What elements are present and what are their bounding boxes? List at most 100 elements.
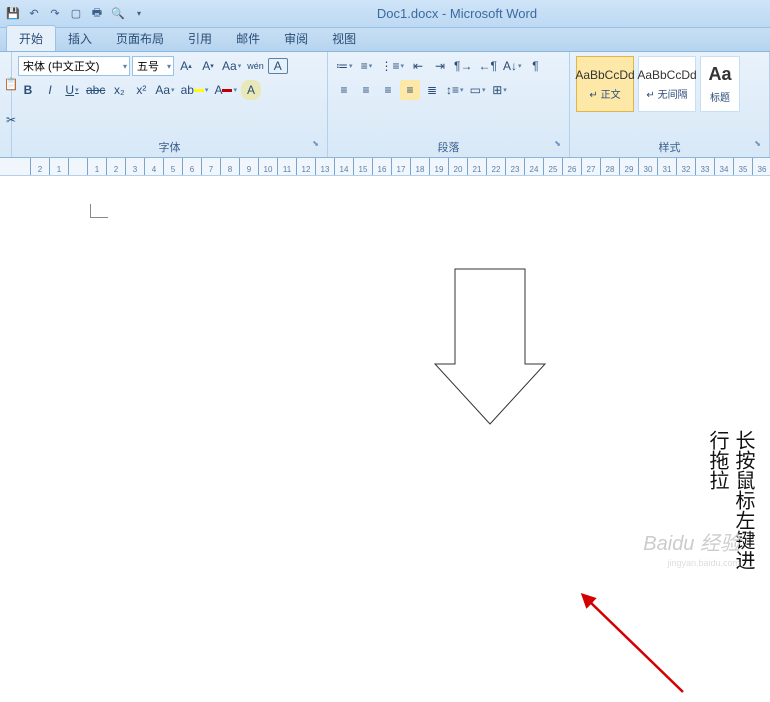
new-doc-icon[interactable]: ▢ — [67, 5, 85, 23]
ruler-tick: 3 — [125, 158, 144, 175]
numbering-button[interactable]: ≡ — [357, 56, 377, 76]
style-no-spacing[interactable]: AaBbCcDd ↵ 无间隔 — [638, 56, 696, 112]
tab-view[interactable]: 视图 — [320, 26, 368, 51]
sort-button[interactable]: A↓ — [501, 56, 524, 76]
align-center-button[interactable]: ≡ — [356, 80, 376, 100]
qat-more-icon[interactable]: ▾ — [130, 5, 148, 23]
shrink-font-button[interactable]: A▾ — [198, 56, 218, 76]
tab-review[interactable]: 审阅 — [272, 26, 320, 51]
line-spacing-button[interactable]: ↕≡ — [444, 80, 466, 100]
ruler-tick — [68, 158, 87, 175]
ruler-tick: 8 — [220, 158, 239, 175]
ruler-tick: 32 — [676, 158, 695, 175]
strike-button[interactable]: abc — [84, 80, 107, 100]
ruler-tick: 12 — [296, 158, 315, 175]
ltr-button[interactable]: ¶→ — [452, 56, 474, 76]
ruler-tick: 1 — [87, 158, 106, 175]
ruler-tick: 6 — [182, 158, 201, 175]
font-group-label: 字体 — [18, 137, 321, 157]
tab-layout[interactable]: 页面布局 — [104, 26, 176, 51]
font-group: 宋体 (中文正文) 五号 A▴ A▾ Aa wén A B I U abc x₂… — [12, 52, 328, 157]
down-arrow-shape[interactable] — [430, 264, 550, 434]
ruler-tick: 10 — [258, 158, 277, 175]
show-marks-button[interactable]: ¶ — [525, 56, 545, 76]
ruler-tick: 13 — [315, 158, 334, 175]
tab-insert[interactable]: 插入 — [56, 26, 104, 51]
window-title: Doc1.docx - Microsoft Word — [148, 6, 766, 21]
ruler-tick: 35 — [733, 158, 752, 175]
superscript-button[interactable]: x² — [131, 80, 151, 100]
decrease-indent-button[interactable]: ⇤ — [408, 56, 428, 76]
highlight-button[interactable]: ab — [179, 80, 211, 100]
font-size-combo[interactable]: 五号 — [132, 56, 174, 76]
ruler-tick: 19 — [429, 158, 448, 175]
char-border-button[interactable]: A — [268, 58, 288, 74]
tab-home[interactable]: 开始 — [6, 25, 56, 51]
ruler-tick: 22 — [486, 158, 505, 175]
paragraph-group-label: 段落 — [334, 137, 563, 157]
font-color-button[interactable]: A — [212, 80, 239, 100]
tab-references[interactable]: 引用 — [176, 26, 224, 51]
ruler-tick: 5 — [163, 158, 182, 175]
align-right-button[interactable]: ≡ — [378, 80, 398, 100]
tab-mailings[interactable]: 邮件 — [224, 26, 272, 51]
bullets-button[interactable]: ≔ — [334, 56, 355, 76]
char-shading-button[interactable]: A — [241, 80, 261, 100]
ruler-tick: 17 — [391, 158, 410, 175]
save-icon[interactable]: 💾 — [4, 5, 22, 23]
ribbon: 📋 ✂ 宋体 (中文正文) 五号 A▴ A▾ Aa wén A B I U ab… — [0, 52, 770, 158]
ruler-tick: 24 — [524, 158, 543, 175]
change-case-button[interactable]: Aa — [153, 80, 176, 100]
multilevel-button[interactable]: ⋮≡ — [379, 56, 407, 76]
red-pointer-arrow — [578, 592, 688, 702]
ruler-tick: 21 — [467, 158, 486, 175]
underline-button[interactable]: U — [62, 80, 82, 100]
distribute-button[interactable]: ≣ — [422, 80, 442, 100]
borders-button[interactable]: ⊞ — [490, 80, 510, 100]
justify-button[interactable]: ≡ — [400, 80, 420, 100]
clipboard-sliver: 📋 ✂ — [0, 52, 12, 157]
font-name-combo[interactable]: 宋体 (中文正文) — [18, 56, 130, 76]
increase-indent-button[interactable]: ⇥ — [430, 56, 450, 76]
style-nospacing-label: ↵ 无间隔 — [646, 86, 687, 101]
style-normal[interactable]: AaBbCcDd ↵ 正文 — [576, 56, 634, 112]
ruler-tick: 2 — [106, 158, 125, 175]
style-heading[interactable]: Aa 标题 — [700, 56, 740, 112]
ruler-tick: 27 — [581, 158, 600, 175]
ruler-tick: 14 — [334, 158, 353, 175]
horizontal-ruler[interactable]: 2112345678910111213141516171819202122232… — [0, 158, 770, 176]
ruler-tick: 18 — [410, 158, 429, 175]
document-area[interactable]: 长按鼠标左键进行拖拉 Baidu 经验 jingyan.baidu.com — [0, 176, 770, 570]
subscript-button[interactable]: x₂ — [109, 80, 129, 100]
ruler-tick: 31 — [657, 158, 676, 175]
redo-icon[interactable]: ↷ — [46, 5, 64, 23]
ruler-tick: 28 — [600, 158, 619, 175]
italic-button[interactable]: I — [40, 80, 60, 100]
title-bar: 💾 ↶ ↷ ▢ 🖶 🔍 ▾ Doc1.docx - Microsoft Word — [0, 0, 770, 28]
ruler-tick: 15 — [353, 158, 372, 175]
bold-button[interactable]: B — [18, 80, 38, 100]
ruler-tick: 36 — [752, 158, 770, 175]
ruler-tick: 11 — [277, 158, 296, 175]
ruler-tick: 33 — [695, 158, 714, 175]
print-icon[interactable]: 🖶 — [88, 5, 106, 23]
align-left-button[interactable]: ≡ — [334, 80, 354, 100]
ribbon-tabs: 开始 插入 页面布局 引用 邮件 审阅 视图 — [0, 28, 770, 52]
phonetic-button[interactable]: wén — [245, 56, 266, 76]
grow-font-button[interactable]: A▴ — [176, 56, 196, 76]
style-normal-label: ↵ 正文 — [589, 86, 620, 101]
shading-button[interactable]: ▭ — [468, 80, 488, 100]
preview-icon[interactable]: 🔍 — [109, 5, 127, 23]
clear-format-button[interactable]: Aa — [220, 56, 243, 76]
ruler-tick: 30 — [638, 158, 657, 175]
ruler-tick: 23 — [505, 158, 524, 175]
undo-icon[interactable]: ↶ — [25, 5, 43, 23]
ruler-tick: 2 — [30, 158, 49, 175]
ruler-tick: 29 — [619, 158, 638, 175]
ruler-tick: 20 — [448, 158, 467, 175]
rtl-button[interactable]: ←¶ — [477, 56, 499, 76]
watermark: Baidu 经验 — [643, 527, 740, 556]
ruler-tick: 9 — [239, 158, 258, 175]
page-corner-mark — [90, 204, 108, 218]
paragraph-group: ≔ ≡ ⋮≡ ⇤ ⇥ ¶→ ←¶ A↓ ¶ ≡ ≡ ≡ ≡ ≣ ↕≡ ▭ ⊞ 段… — [328, 52, 570, 157]
